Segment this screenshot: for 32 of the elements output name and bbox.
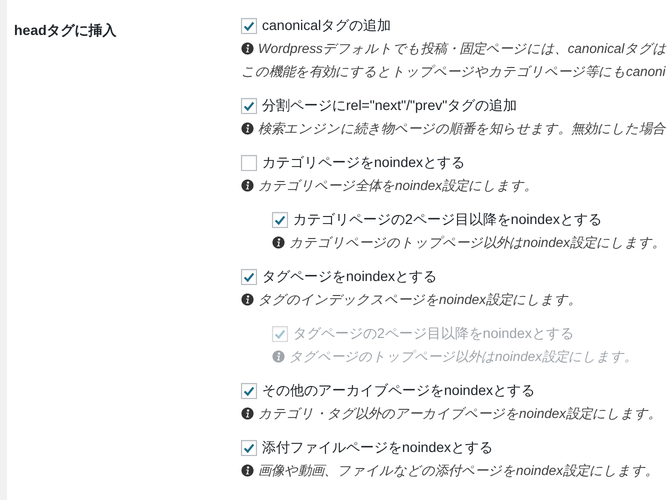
info-icon bbox=[272, 350, 285, 363]
option-label[interactable]: 添付ファイルページをnoindexとする bbox=[262, 438, 494, 456]
checkbox[interactable] bbox=[241, 98, 257, 114]
option-label[interactable]: カテゴリページの2ページ目以降をnoindexとする bbox=[293, 210, 602, 228]
option-description: 画像や動画、ファイルなどの添付ページをnoindex設定にします。 bbox=[258, 462, 658, 480]
info-icon bbox=[272, 236, 285, 249]
info-icon bbox=[241, 122, 254, 135]
info-icon bbox=[241, 464, 254, 477]
checkbox[interactable] bbox=[241, 440, 257, 456]
option-label[interactable]: canonicalタグの追加 bbox=[262, 16, 392, 34]
checkbox[interactable] bbox=[272, 212, 288, 228]
info-icon bbox=[241, 42, 254, 55]
option-label[interactable]: カテゴリページをnoindexとする bbox=[262, 154, 466, 172]
checkbox[interactable] bbox=[241, 154, 257, 170]
option-description: カテゴリ・タグ以外のアーカイブページをnoindex設定にします。 bbox=[258, 404, 661, 422]
option-description: Wordpressデフォルトでも投稿・固定ページには、canonicalタグは bbox=[258, 40, 666, 58]
section-label: headタグに挿入 bbox=[14, 22, 117, 38]
checkbox[interactable] bbox=[241, 382, 257, 398]
option-description: この機能を有効にするとトップページやカテゴリページ等にもcanoni bbox=[241, 62, 666, 80]
info-icon bbox=[241, 407, 254, 420]
option-label[interactable]: その他のアーカイブページをnoindexとする bbox=[262, 382, 536, 400]
info-icon bbox=[241, 293, 254, 306]
option-label[interactable]: 分割ページにrel="next"/"prev"タグの追加 bbox=[262, 96, 518, 114]
option-description: カテゴリページのトップページ以外はnoindex設定にします。 bbox=[289, 234, 665, 252]
option-description: 検索エンジンに続き物ページの順番を知らせます。無効にした場合 bbox=[258, 120, 665, 138]
checkbox[interactable] bbox=[241, 268, 257, 284]
info-icon bbox=[241, 179, 254, 192]
option-description: カテゴリページ全体をnoindex設定にします。 bbox=[258, 176, 537, 194]
option-label[interactable]: タグページをnoindexとする bbox=[262, 268, 438, 286]
checkbox[interactable] bbox=[241, 18, 257, 34]
option-description: タグページのトップページ以外はnoindex設定にします。 bbox=[289, 348, 637, 366]
option-description: タグのインデックスページをnoindex設定にします。 bbox=[258, 290, 581, 308]
